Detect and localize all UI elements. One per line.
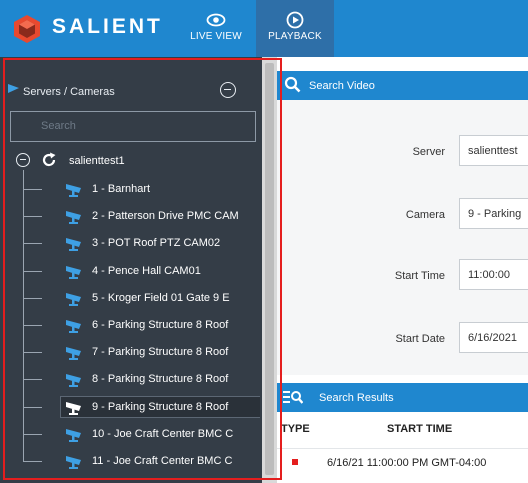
camera-label: 5 - Kroger Field 01 Gate 9 E [92,291,230,304]
camera-icon [66,320,81,333]
tree-branch-line [24,270,42,272]
tree-branch-line [24,461,42,462]
search-results-title: Search Results [319,392,394,404]
tree-search-input[interactable]: Search [10,111,256,142]
camera-label: 6 - Parking Structure 8 Roof [92,319,229,331]
search-video-title: Search Video [309,80,375,92]
play-circle-icon [286,11,304,29]
camera-icon [66,428,81,442]
camera-icon [66,374,81,388]
brand-name: SALIENT [52,15,163,38]
camera-icon [66,265,81,279]
camera-label: 3 - POT Roof PTZ CAM02 [92,237,221,250]
collapse-node-icon[interactable] [16,153,30,167]
tree-branch-line [24,379,42,381]
camera-icon [66,401,81,415]
camera-item[interactable]: 1 - Barnhart [24,178,260,200]
camera-label: 1 - Barnhart [92,183,151,195]
tree-branch-line [24,352,42,354]
camera-icon [66,238,81,252]
camera-icon [66,292,81,306]
collapse-all-button[interactable] [220,82,236,98]
server-flag-icon [8,84,19,93]
tree-branch-line [24,325,42,326]
camera-item[interactable]: 5 - Kroger Field 01 Gate 9 E [24,287,260,309]
refresh-icon[interactable] [41,152,57,168]
tree-branch-line [24,297,42,299]
live-view-label: LIVE VIEW [190,31,242,42]
camera-item[interactable]: 8 - Parking Structure 8 Roof [24,368,260,390]
camera-item[interactable]: 10 - Joe Craft Center BMC C [24,423,260,445]
result-start-time: 6/16/21 11:00:00 PM GMT-04:00 [327,457,487,469]
camera-label: 4 - Pence Hall CAM01 [92,264,201,277]
tree-branch-line [24,433,42,435]
table-row[interactable]: 6/16/21 11:00:00 PM GMT-04:00 [277,448,528,474]
camera-select[interactable]: 9 - Parking [459,198,528,229]
playback-button[interactable]: PLAYBACK [256,0,334,57]
tree-scrollbar[interactable] [262,57,277,483]
live-view-button[interactable]: LIVE VIEW [180,0,252,57]
server-label: Server [412,146,445,158]
camera-icon [66,347,81,361]
scrollbar-thumb[interactable] [265,63,274,475]
camera-item[interactable]: 6 - Parking Structure 8 Roof [24,314,260,336]
camera-label: 7 - Parking Structure 8 Roof [92,346,229,359]
camera-label: 10 - Joe Craft Center BMC C [92,427,234,440]
camera-label: 2 - Patterson Drive PMC CAM [92,210,239,223]
camera-item[interactable]: 11 - Joe Craft Center BMC C [24,450,260,472]
recording-type-icon [292,459,298,465]
camera-icon [66,184,81,197]
search-results-header: Search Results [277,383,528,412]
camera-icon [66,211,81,225]
camera-icon [66,456,81,469]
camera-item[interactable]: 7 - Parking Structure 8 Roof [24,341,260,363]
tree-branch-line [24,406,42,408]
camera-item[interactable]: 9 - Parking Structure 8 Roof [24,395,260,418]
list-search-icon [283,391,303,404]
camera-label: Camera [405,209,445,221]
top-bar: SALIENT LIVE VIEW PLAYBACK [0,0,528,57]
camera-label: 11 - Joe Craft Center BMC C [92,455,233,467]
server-select[interactable]: salienttest [459,135,528,166]
tree-branch-line [24,216,42,218]
camera-label: 8 - Parking Structure 8 Roof [92,373,229,386]
results-table-header: TYPE START TIME [277,418,528,440]
tree-branch-line [24,189,42,190]
playback-label: PLAYBACK [268,31,322,42]
salient-logo-icon [14,15,40,43]
camera-item[interactable]: 4 - Pence Hall CAM01 [24,260,260,282]
start-date-label: Start Date [395,333,445,345]
column-type[interactable]: TYPE [281,423,310,435]
tree-header-label: Servers / Cameras [23,86,115,98]
eye-icon [206,13,226,27]
tree-branch-line [24,243,42,245]
camera-label: 9 - Parking Structure 8 Roof [92,400,229,413]
start-date-input[interactable]: 6/16/2021 [459,322,528,353]
start-time-input[interactable]: 11:00:00 [459,259,528,290]
camera-item[interactable]: 3 - POT Roof PTZ CAM02 [24,232,260,254]
column-start-time[interactable]: START TIME [387,423,452,435]
server-name: salienttest1 [69,155,125,167]
start-time-label: Start Time [394,270,445,282]
tree-header: Servers / Cameras [8,80,248,102]
search-icon [284,76,301,93]
search-video-header: Search Video [277,71,528,100]
camera-item[interactable]: 2 - Patterson Drive PMC CAM [24,205,260,227]
